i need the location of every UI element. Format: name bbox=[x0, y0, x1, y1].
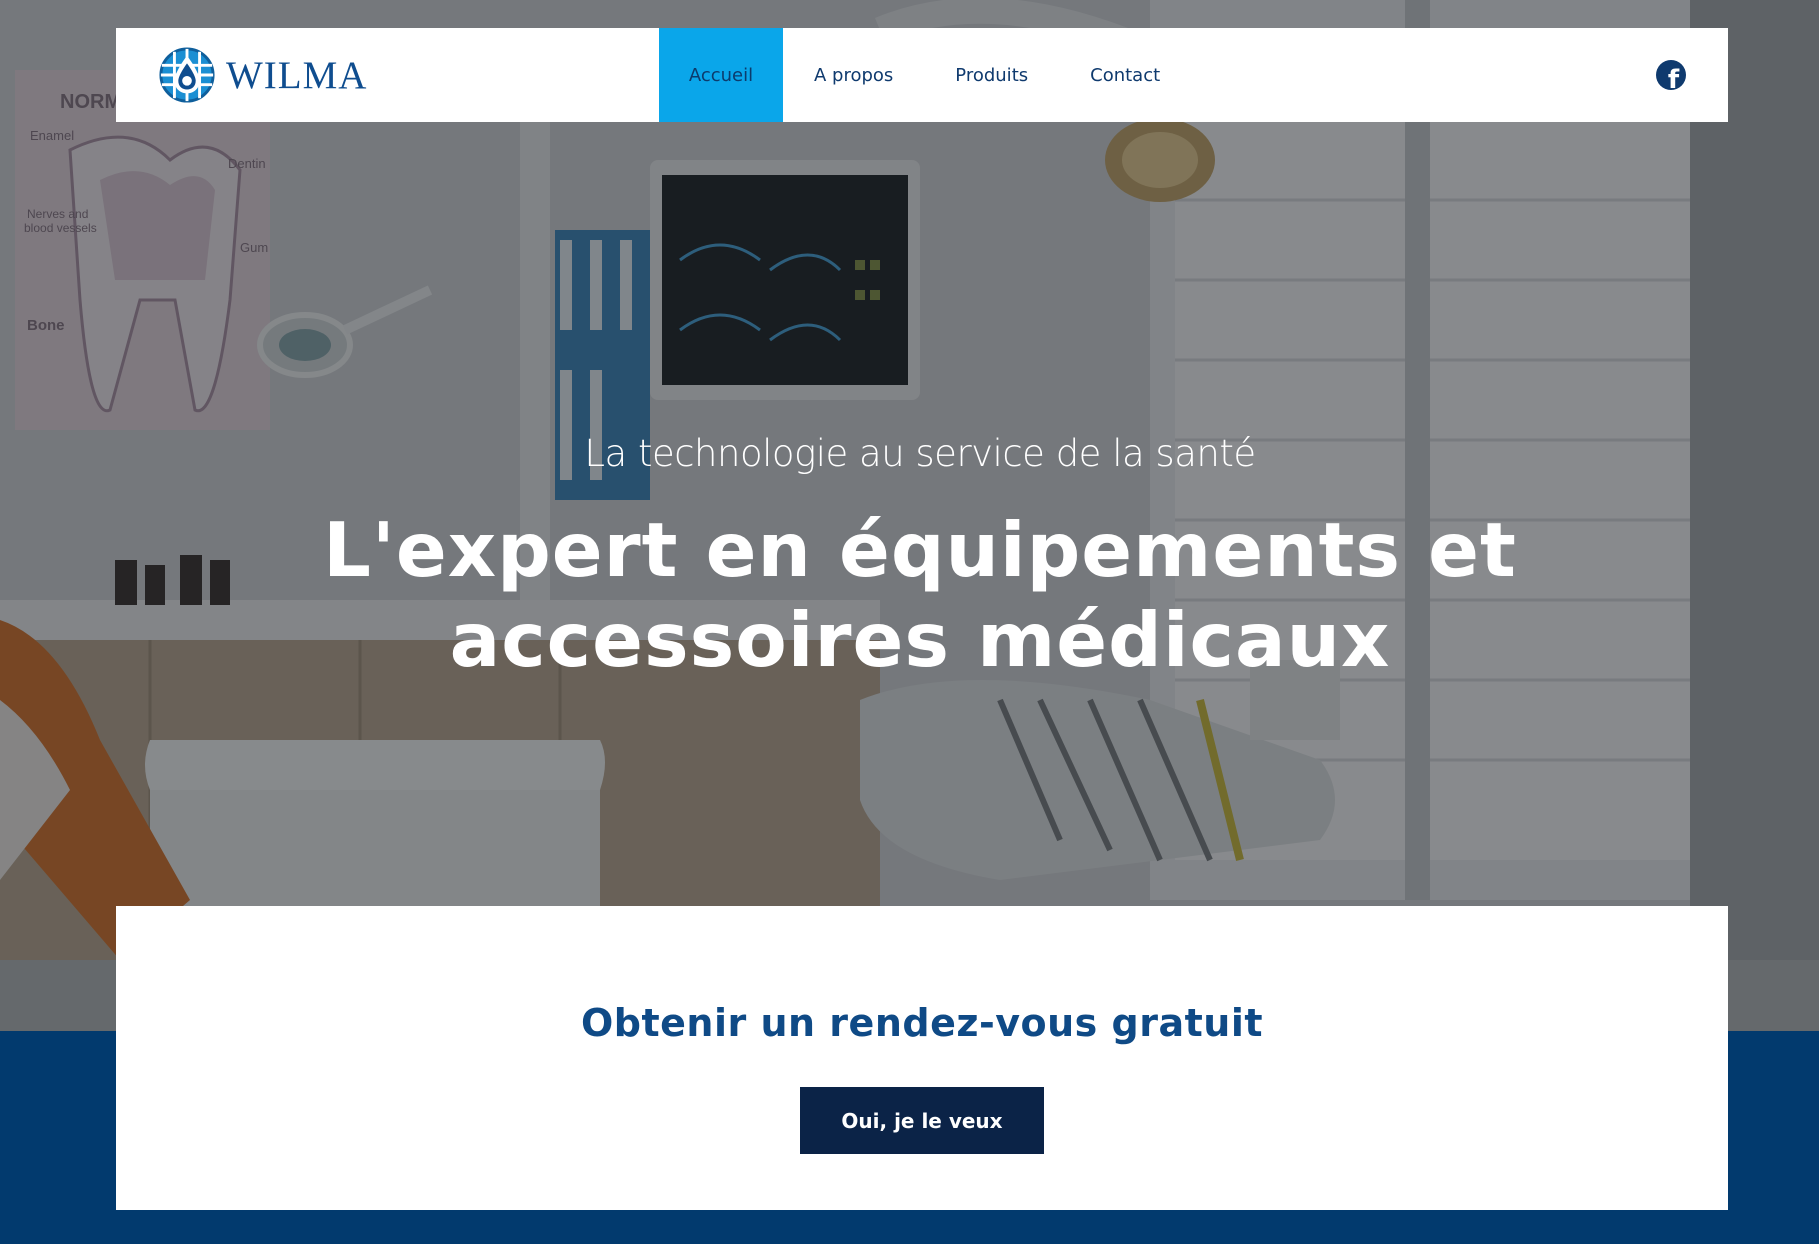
hero-headline-line1: L'expert en équipements et bbox=[323, 506, 1517, 594]
facebook-icon[interactable]: f bbox=[1656, 60, 1686, 90]
hero-headline-line2: accessoires médicaux bbox=[449, 596, 1391, 684]
page: NORM Enamel Dentin Nerves and blood vess… bbox=[0, 0, 1819, 1244]
nav-item-produits[interactable]: Produits bbox=[924, 28, 1059, 122]
brand-name: WILMA bbox=[226, 53, 368, 97]
water-drop-logo-icon bbox=[159, 47, 215, 103]
main-nav: Accueil A propos Produits Contact bbox=[659, 28, 1191, 122]
hero-headline: L'expert en équipements et accessoires m… bbox=[0, 505, 1819, 685]
brand-logo[interactable]: WILMA bbox=[158, 46, 367, 104]
cta-card: Obtenir un rendez-vous gratuit Oui, je l… bbox=[116, 906, 1728, 1210]
cta-button[interactable]: Oui, je le veux bbox=[800, 1087, 1044, 1154]
navbar: WILMA Accueil A propos Produits Contact … bbox=[116, 28, 1728, 122]
hero-tagline: La technologie au service de la santé bbox=[584, 432, 1256, 475]
cta-title: Obtenir un rendez-vous gratuit bbox=[580, 1001, 1264, 1045]
nav-item-contact[interactable]: Contact bbox=[1059, 28, 1191, 122]
nav-item-a-propos[interactable]: A propos bbox=[783, 28, 924, 122]
nav-item-accueil[interactable]: Accueil bbox=[659, 28, 783, 122]
